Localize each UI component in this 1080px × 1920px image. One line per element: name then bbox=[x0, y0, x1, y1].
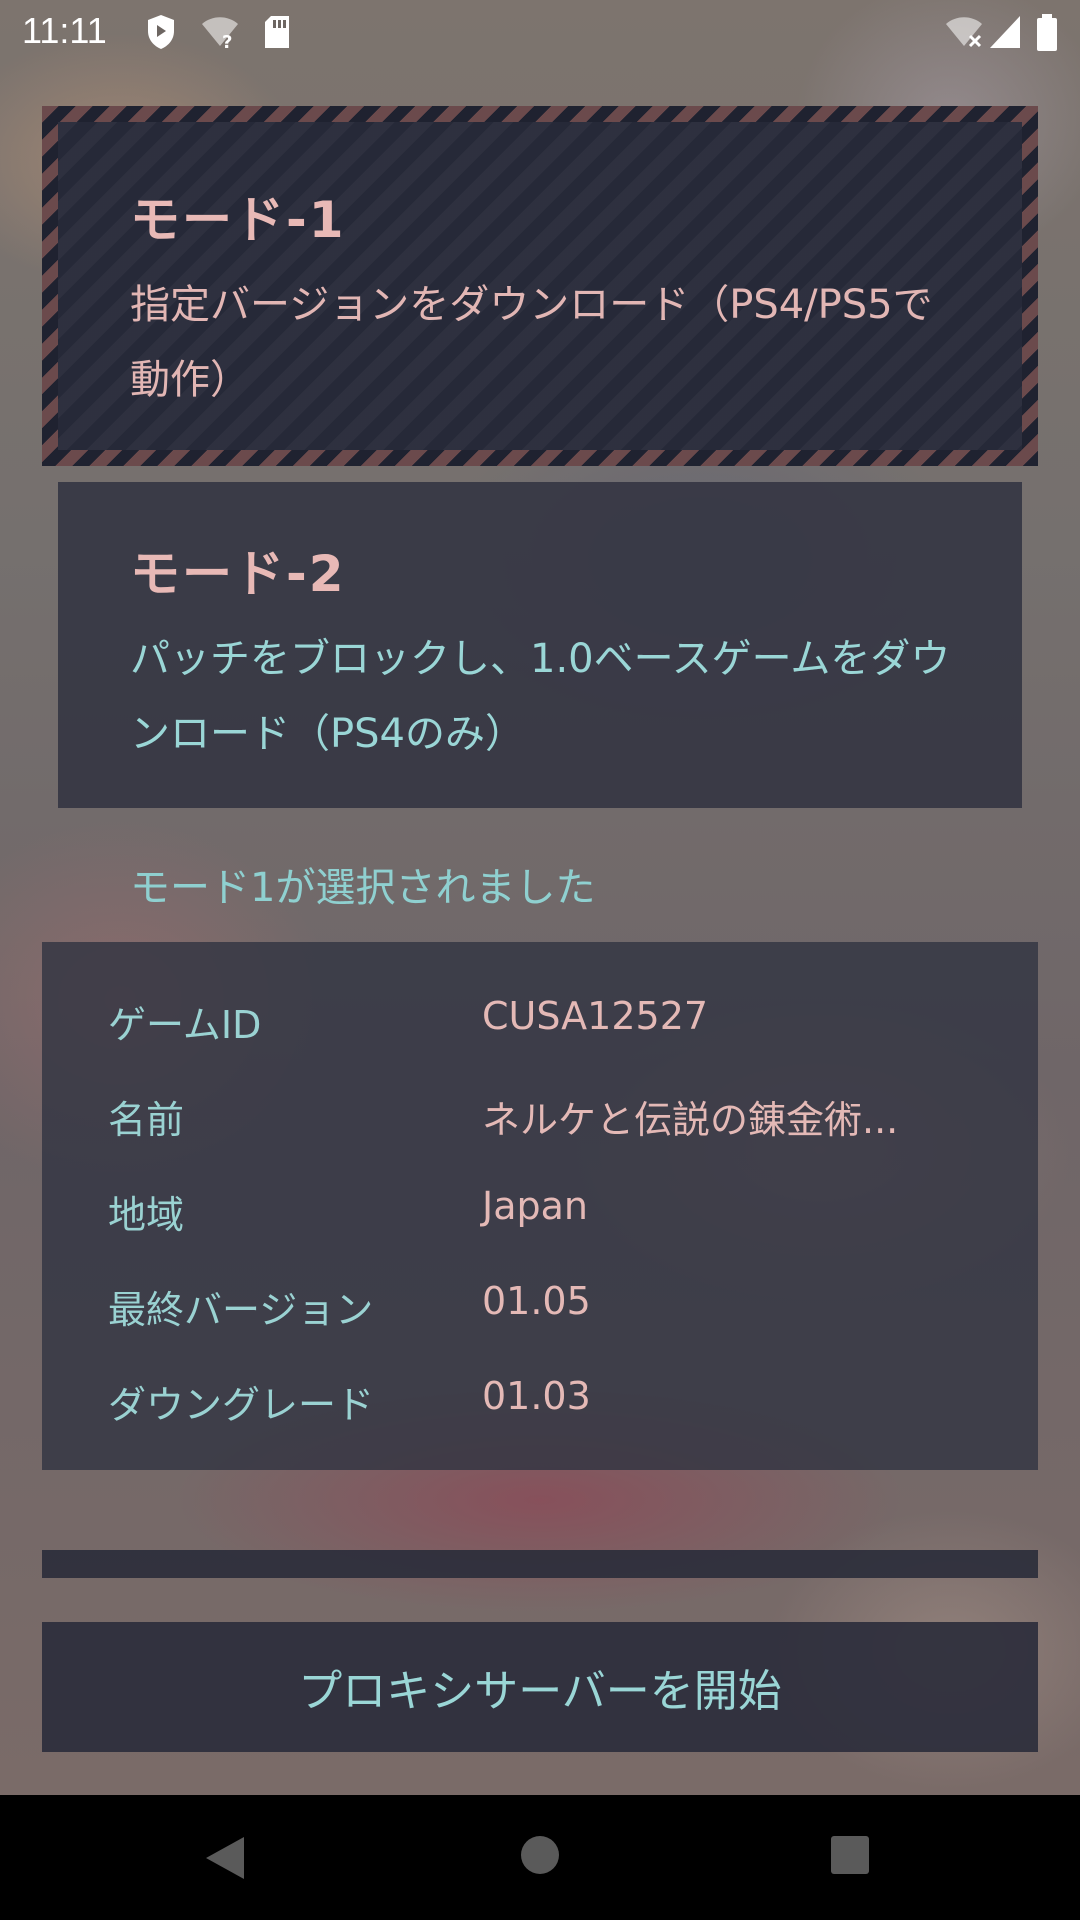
recents-icon[interactable] bbox=[830, 1835, 870, 1875]
sd-card-icon bbox=[265, 16, 289, 48]
wifi-off-icon bbox=[946, 17, 982, 48]
status-bar: 11:11 ? bbox=[0, 0, 1080, 64]
progress-strip bbox=[42, 1550, 1038, 1578]
info-row-downgrade: ダウングレード 01.03 bbox=[42, 1374, 1038, 1444]
info-label: ダウングレード bbox=[108, 1383, 375, 1427]
game-info-panel: ゲームID CUSA12527 名前 ネルケと伝説の錬金術... 地域 Japa… bbox=[42, 942, 1038, 1470]
info-label: ゲームID bbox=[108, 1003, 262, 1047]
home-icon[interactable] bbox=[520, 1835, 560, 1875]
info-label: 地域 bbox=[108, 1193, 185, 1237]
navigation-bar bbox=[0, 1795, 1080, 1920]
mode1-description: 指定バージョンをダウンロード（PS4/PS5で動作） bbox=[130, 282, 933, 403]
info-value: 01.05 bbox=[482, 1279, 591, 1323]
mode2-description: パッチをブロックし、1.0ベースゲームをダウンロード（PS4のみ） bbox=[130, 636, 951, 757]
info-row-latest-version: 最終バージョン 01.05 bbox=[42, 1279, 1038, 1349]
selected-mode-message: モード1が選択されました bbox=[130, 865, 596, 911]
battery-icon bbox=[1037, 14, 1057, 51]
mode2-card[interactable]: モード-2 パッチをブロックし、1.0ベースゲームをダウンロード（PS4のみ） bbox=[58, 482, 1022, 808]
status-time: 11:11 bbox=[22, 10, 107, 51]
info-value: CUSA12527 bbox=[482, 994, 709, 1038]
info-value: 01.03 bbox=[482, 1374, 591, 1418]
shield-icon bbox=[148, 15, 174, 49]
info-value: ネルケと伝説の錬金術... bbox=[482, 1098, 899, 1142]
svg-text:?: ? bbox=[222, 32, 232, 50]
info-value: Japan bbox=[482, 1184, 588, 1228]
start-proxy-button[interactable]: プロキシサーバーを開始 bbox=[42, 1622, 1038, 1752]
wifi-unknown-icon: ? bbox=[202, 17, 238, 50]
mode2-title: モード-2 bbox=[130, 545, 346, 603]
info-row-game-id: ゲームID CUSA12527 bbox=[42, 994, 1038, 1064]
signal-icon bbox=[990, 16, 1020, 48]
info-row-name: 名前 ネルケと伝説の錬金術... bbox=[42, 1089, 1038, 1159]
info-label: 最終バージョン bbox=[108, 1288, 374, 1332]
info-label: 名前 bbox=[108, 1098, 185, 1142]
back-icon[interactable] bbox=[204, 1835, 246, 1881]
mode1-title: モード-1 bbox=[130, 191, 346, 249]
mode1-card[interactable]: モード-1 指定バージョンをダウンロード（PS4/PS5で動作） bbox=[58, 122, 1022, 450]
info-row-region: 地域 Japan bbox=[42, 1184, 1038, 1254]
